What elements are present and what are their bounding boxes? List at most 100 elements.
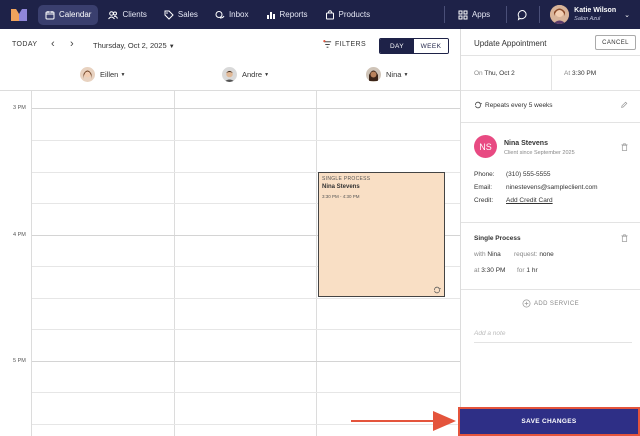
for-label: for [517, 267, 525, 274]
date-prefix: On [474, 70, 483, 77]
caret-down-icon: ▼ [403, 71, 409, 78]
arrow-right-icon [351, 411, 456, 431]
nav-sales[interactable]: Sales [157, 5, 205, 25]
staff-eillen[interactable]: Eillen ▼ [80, 67, 125, 82]
chevron-right-icon[interactable]: › [70, 38, 74, 50]
service-time[interactable]: at 3:30 PM [474, 267, 505, 274]
calendar-header: TODAY ‹ › Thursday, Oct 2, 2025 ▼ FILTER… [0, 29, 460, 91]
for-value: 1 hr [526, 267, 538, 274]
email-value: ninestevens@sampleclient.com [506, 184, 598, 191]
nav-inbox-label: Inbox [228, 10, 249, 19]
service-staff[interactable]: with Nina [474, 251, 501, 258]
service-name[interactable]: Single Process [474, 235, 521, 242]
service-duration[interactable]: for 1 hr [517, 267, 538, 274]
nav-reports[interactable]: Reports [259, 5, 315, 25]
nav-clients[interactable]: Clients [101, 5, 153, 25]
brand-logo-icon[interactable] [11, 8, 27, 21]
nav-calendar[interactable]: Calendar [38, 4, 99, 25]
nav-right: Apps Katie Wilson Salon Azul ⌄ [438, 0, 640, 29]
user-name: Katie Wilson [574, 6, 617, 14]
note-input[interactable]: Add a note [474, 330, 505, 337]
client-avatar[interactable]: NS [474, 135, 497, 158]
view-toggle: DAY WEEK [379, 38, 449, 54]
grid-icon [458, 10, 468, 19]
request-label: request: [514, 251, 538, 258]
chevron-down-icon[interactable]: ⌄ [624, 11, 630, 19]
hour-line [32, 361, 460, 362]
user-info[interactable]: Katie Wilson Salon Azul [569, 7, 616, 23]
tag-icon [164, 10, 174, 20]
avatar [222, 67, 237, 82]
appointment-client: Nina Stevens [322, 184, 360, 190]
caret-down-icon: ▼ [264, 71, 270, 78]
date-picker[interactable]: Thursday, Oct 2, 2025 ▼ [93, 41, 175, 50]
add-credit-card-link[interactable]: Add Credit Card [506, 197, 553, 204]
avatar [366, 67, 381, 82]
client-since: Client since September 2025 [504, 150, 575, 156]
time-value: 3:30 PM [571, 70, 597, 77]
time-prefix: At [564, 70, 571, 77]
person-photo-icon [222, 67, 237, 82]
repeat-text[interactable]: Repeats every 5 weeks [485, 102, 553, 109]
nav-apps[interactable]: Apps [451, 5, 497, 25]
calendar-icon [45, 10, 55, 19]
divider [551, 55, 552, 90]
client-name[interactable]: Nina Stevens [504, 140, 548, 147]
divider [461, 222, 640, 223]
staff-andre[interactable]: Andre ▼ [222, 67, 269, 82]
staff-nina[interactable]: Nina ▼ [366, 67, 408, 82]
nav-apps-label: Apps [471, 10, 491, 19]
week-view-button[interactable]: WEEK [414, 39, 448, 53]
chevron-left-icon[interactable]: ‹ [51, 38, 55, 50]
time-field[interactable]: At 3:30 PM [564, 70, 596, 77]
filters-button[interactable]: FILTERS [323, 40, 366, 49]
slot-line [32, 298, 460, 299]
staff-name: Eillen [100, 70, 119, 79]
phone-value: (310) 555-5555 [506, 171, 551, 178]
date-value: Thu, Oct 2 [484, 70, 515, 77]
today-button[interactable]: TODAY [12, 41, 37, 48]
bar-chart-icon [266, 11, 275, 19]
request-value: none [539, 251, 554, 258]
nav-reports-label: Reports [279, 10, 308, 19]
chat-bubble-icon [215, 10, 225, 18]
nav-clients-label: Clients [122, 10, 147, 19]
plus-circle-icon [522, 299, 531, 308]
messages-icon[interactable] [517, 9, 529, 21]
bag-icon [325, 9, 334, 19]
add-service-button[interactable]: ADD SERVICE [522, 299, 579, 308]
repeat-icon [434, 286, 441, 294]
add-service-label: ADD SERVICE [534, 300, 579, 307]
time-label: 3 PM [13, 105, 26, 111]
day-view-button[interactable]: DAY [380, 39, 414, 53]
save-changes-button[interactable]: SAVE CHANGES [458, 407, 640, 436]
trash-icon[interactable] [621, 143, 628, 151]
nav-divider [443, 6, 445, 23]
nav-inbox[interactable]: Inbox [208, 5, 256, 25]
cancel-button[interactable]: CANCEL [595, 35, 636, 50]
date-label: Thursday, Oct 2, 2025 [93, 41, 167, 50]
staff-name: Andre [242, 70, 263, 79]
time-label: 4 PM [13, 232, 26, 238]
pencil-icon[interactable] [620, 101, 628, 109]
calendar-grid[interactable]: 3 PM 4 PM 5 PM SINGLE PROCESS Nina Steve… [0, 91, 460, 436]
caret-down-icon: ▼ [168, 44, 175, 50]
appointment-time: 3:30 PM - 4:30 PM [322, 194, 360, 199]
update-appointment-panel: Update Appointment CANCEL On Thu, Oct 2 … [460, 29, 640, 436]
panel-title: Update Appointment [474, 39, 547, 48]
appointment-service: SINGLE PROCESS [322, 176, 371, 182]
nav-divider [506, 6, 508, 23]
service-request[interactable]: request: none [514, 251, 554, 258]
user-avatar[interactable] [550, 5, 570, 24]
date-field[interactable]: On Thu, Oct 2 [474, 70, 515, 77]
at-label: at [474, 267, 480, 274]
divider [461, 90, 640, 91]
filters-label: FILTERS [335, 41, 367, 48]
divider [461, 289, 640, 290]
slot-line [32, 140, 460, 141]
nav-products[interactable]: Products [318, 5, 378, 25]
repeat-icon [475, 101, 482, 109]
staff-name: Nina [386, 70, 402, 79]
trash-icon[interactable] [621, 234, 628, 242]
appointment-block[interactable]: SINGLE PROCESS Nina Stevens 3:30 PM - 4:… [318, 172, 445, 297]
